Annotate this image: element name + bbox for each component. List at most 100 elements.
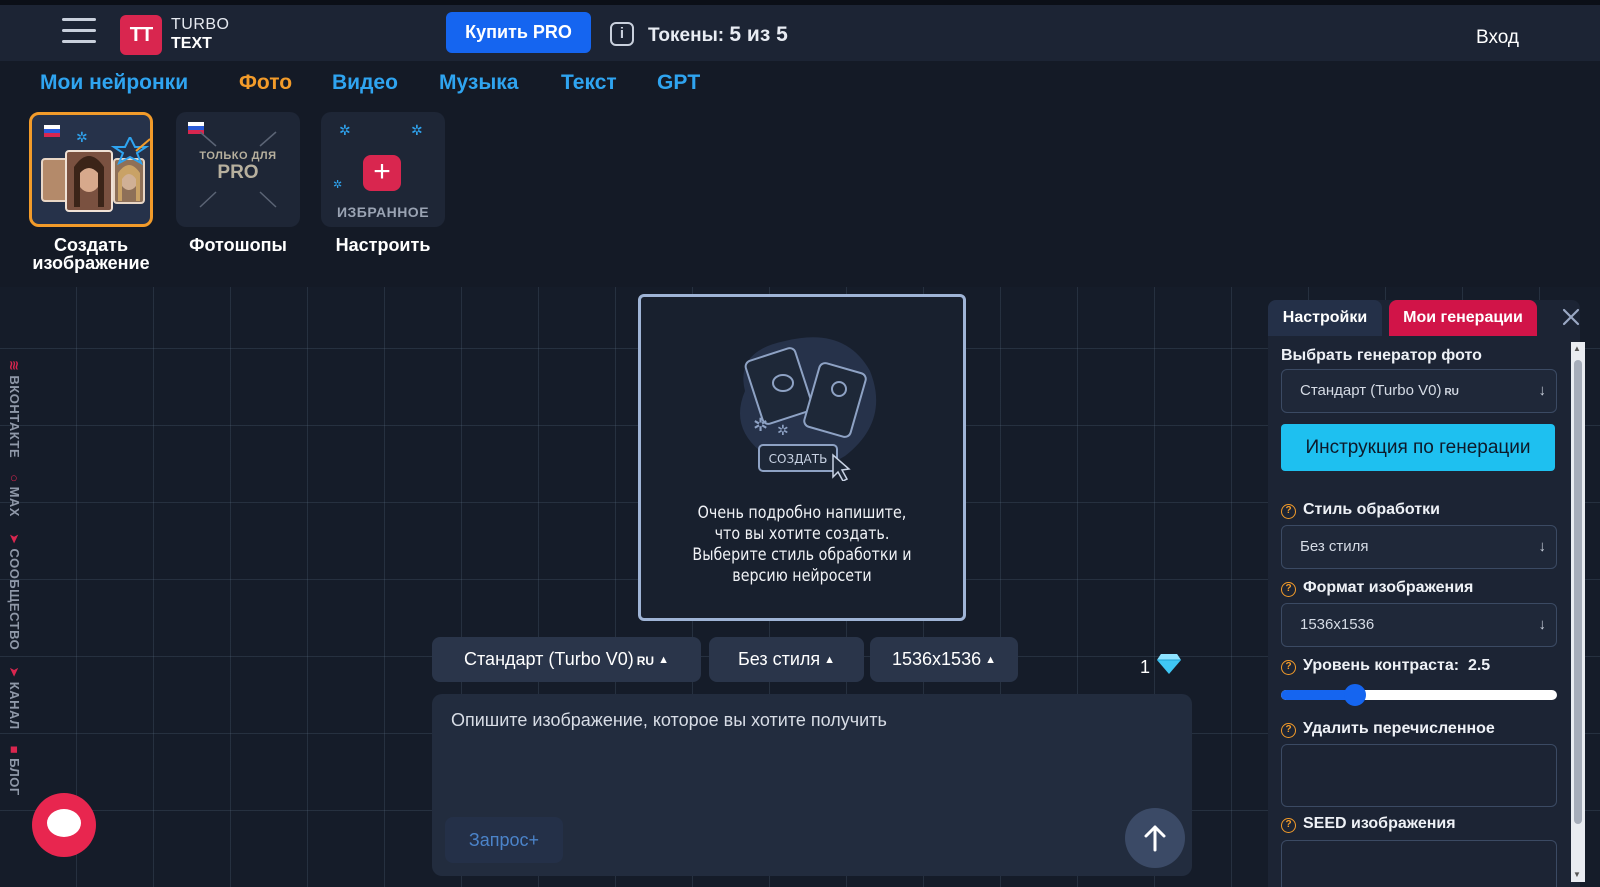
logo-text[interactable]: TURBO TEXT [171, 15, 230, 53]
top-bar: TT TURBO TEXT Купить PRO i Токены: 5 из … [0, 0, 1600, 61]
contrast-slider[interactable] [1281, 684, 1557, 706]
chat-support-button[interactable] [32, 793, 96, 857]
caret-up-icon: ▲ [985, 654, 996, 666]
photoshops-thumbnail: ТОЛЬКО ДЛЯ PRO [176, 112, 300, 227]
login-link[interactable]: Вход [1476, 27, 1519, 49]
category-nav: Мои нейронки Фото Видео Музыка Текст GPT [0, 61, 1600, 109]
blog-icon: ■ [7, 745, 22, 755]
negative-prompt-textarea[interactable] [1281, 744, 1557, 807]
max-icon: ○ [7, 474, 22, 483]
arrow-up-icon [1144, 825, 1166, 852]
portrait-collage-icon [41, 137, 150, 212]
logo-mark[interactable]: TT [120, 15, 162, 55]
style-select[interactable]: Без стиля ↓ [1281, 525, 1557, 569]
send-button[interactable] [1125, 808, 1185, 868]
cost-value: 1 [1140, 657, 1151, 677]
remove-field-label: ? Удалить перечисленное [1281, 720, 1495, 739]
seed-input[interactable] [1281, 840, 1557, 887]
card-create-image[interactable]: ✲ Создать изображение [29, 112, 153, 272]
arrow-down-icon: ↓ [1538, 382, 1547, 399]
caret-up-icon: ▲ [824, 654, 836, 666]
empty-state-card: ✲ ✲ СОЗДАТЬ Очень подробно напишите, что… [638, 294, 966, 621]
scroll-down-icon[interactable]: ▼ [1573, 870, 1581, 879]
empty-state-text: Очень подробно напишите, что вы хотите с… [692, 503, 912, 586]
sparkle-icon: ✲ [333, 179, 343, 191]
social-link-blog[interactable]: ■БЛОГ [7, 746, 22, 796]
format-field-label: ? Формат изображения [1281, 579, 1473, 598]
panel-scrollbar[interactable]: ▲ ▼ [1571, 342, 1585, 882]
info-icon[interactable]: i [610, 22, 634, 46]
social-links: ≋ВКОНТАКТЕ ○MAX ➤СООБЩЕСТВО ➤КАНАЛ ■БЛОГ [4, 360, 24, 830]
social-links-strip: ≋ВКОНТАКТЕ ○MAX ➤СООБЩЕСТВО ➤КАНАЛ ■БЛОГ [6, 360, 22, 808]
contrast-value: 2.5 [1467, 657, 1491, 674]
menu-icon[interactable] [62, 18, 96, 46]
query-plus-button[interactable]: Запрос+ [445, 817, 563, 863]
social-link-max[interactable]: ○MAX [7, 474, 22, 517]
seed-field-label: ? SEED изображения [1281, 815, 1456, 834]
tab-music[interactable]: Музыка [439, 71, 518, 95]
style-selector-chip[interactable]: Без стиля ▲ [709, 637, 864, 682]
scroll-up-icon[interactable]: ▲ [1573, 344, 1581, 353]
social-link-community[interactable]: ➤СООБЩЕСТВО [7, 533, 22, 650]
create-illustration-label: СОЗДАТЬ [769, 452, 828, 466]
card-label: Фотошопы [189, 235, 287, 255]
send-icon: ➤ [7, 666, 22, 678]
plus-icon: + [363, 155, 401, 191]
card-customize[interactable]: ✲ ✲ ✲ + ИЗБРАННОЕ Настроить [321, 112, 445, 254]
tab-gpt[interactable]: GPT [657, 71, 700, 95]
style-chip-label: Без стиля [737, 649, 821, 669]
customize-thumbnail: ✲ ✲ ✲ + ИЗБРАННОЕ [321, 112, 445, 227]
help-icon[interactable]: ? [1281, 582, 1296, 597]
social-link-vk[interactable]: ≋ВКОНТАКТЕ [7, 360, 22, 458]
help-icon[interactable]: ? [1281, 660, 1296, 675]
tool-cards: ✲ Создать изображение ТОЛЬКО ДЛЯ PRO Фот… [0, 109, 1600, 287]
create-image-thumbnail: ✲ [29, 112, 153, 227]
contrast-field-label: ? Уровень контраста: 2.5 [1281, 657, 1490, 676]
scrollbar-thumb[interactable] [1574, 360, 1582, 824]
style-select-value: Без стиля [1300, 538, 1369, 555]
svg-text:✲: ✲ [777, 422, 789, 438]
arrow-down-icon: ↓ [1538, 538, 1547, 555]
generator-label: Выбрать генератор фото [1281, 347, 1482, 364]
sparkle-icon: ✲ [339, 122, 351, 138]
tab-settings[interactable]: Настройки [1268, 300, 1382, 336]
card-label: Создать изображение [32, 235, 150, 273]
tab-text[interactable]: Текст [561, 71, 617, 95]
size-chip-label: 1536x1536 [892, 649, 982, 669]
pro-only-badge: ТОЛЬКО ДЛЯ PRO [176, 150, 300, 184]
close-icon[interactable] [1559, 305, 1583, 329]
tab-video[interactable]: Видео [332, 71, 398, 95]
diamond-icon [1157, 654, 1181, 674]
send-icon: ➤ [7, 533, 22, 545]
buy-pro-button[interactable]: Купить PRO [446, 12, 591, 53]
tab-my-neural[interactable]: Мои нейронки [40, 71, 188, 95]
format-select[interactable]: 1536x1536 ↓ [1281, 603, 1557, 647]
help-icon[interactable]: ? [1281, 723, 1296, 738]
social-link-channel[interactable]: ➤КАНАЛ [7, 666, 22, 729]
model-selector-chip[interactable]: Стандарт (Turbo V0) RU ▲ [432, 637, 701, 682]
create-illustration-icon: ✲ ✲ СОЗДАТЬ [740, 337, 877, 481]
caret-up-icon: ▲ [658, 654, 669, 666]
help-icon[interactable]: ? [1281, 818, 1296, 833]
arrow-down-icon: ↓ [1538, 616, 1547, 633]
favorites-badge: ИЗБРАННОЕ [336, 204, 430, 220]
tab-my-generations[interactable]: Мои генерации [1389, 300, 1537, 336]
generator-select[interactable]: Стандарт (Turbo V0) RU ↓ [1281, 369, 1557, 413]
generation-instructions-button[interactable]: Инструкция по генерации [1281, 424, 1555, 471]
generator-select-value: Стандарт (Turbo V0) [1300, 382, 1442, 399]
logo-line-2: TEXT [171, 35, 212, 52]
prompt-placeholder: Опишите изображение, которое вы хотите п… [451, 710, 887, 730]
help-icon[interactable]: ? [1281, 504, 1296, 519]
generator-select-tag: RU [1444, 387, 1459, 398]
svg-text:✲: ✲ [753, 415, 768, 435]
size-selector-chip[interactable]: 1536x1536 ▲ [870, 637, 1018, 682]
tokens-label: Токены: [648, 25, 725, 46]
model-chip-label: Стандарт (Turbo V0) [464, 649, 634, 669]
tokens-counter: Токены: 5 из 5 [648, 23, 788, 47]
model-chip-tag: RU [636, 654, 655, 668]
contrast-slider-handle[interactable] [1344, 684, 1366, 706]
card-label: Настроить [335, 235, 431, 255]
tab-photo[interactable]: Фото [239, 71, 292, 95]
card-photoshops[interactable]: ТОЛЬКО ДЛЯ PRO Фотошопы [176, 112, 300, 254]
logo-line-1: TURBO [171, 16, 230, 33]
